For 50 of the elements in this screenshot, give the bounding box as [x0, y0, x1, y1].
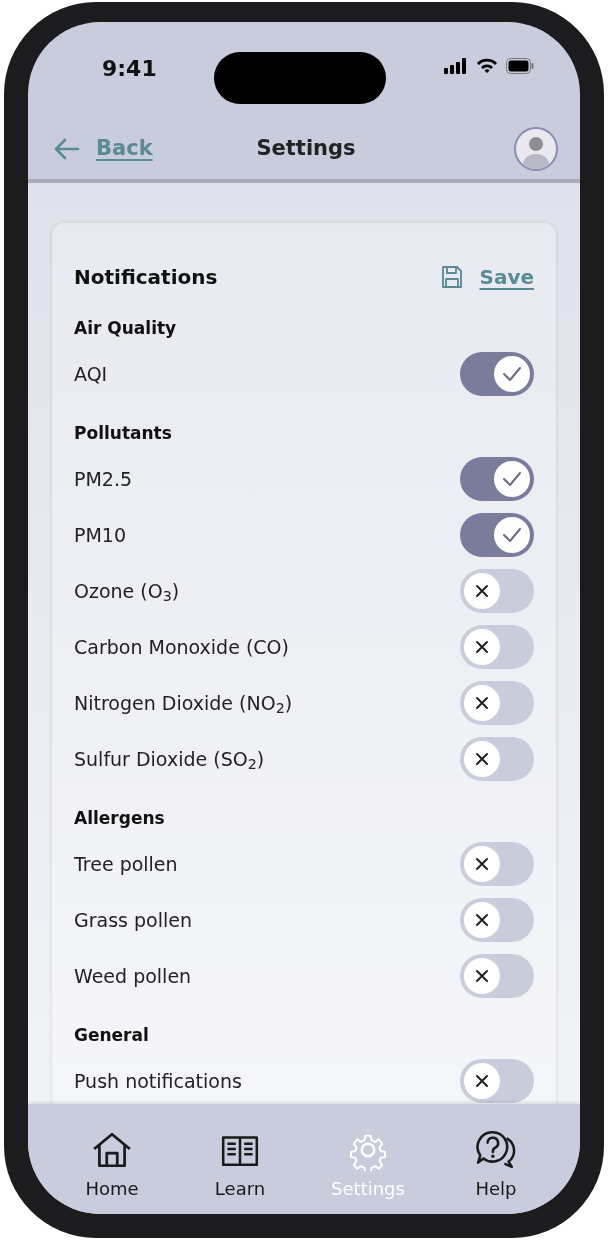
check-icon [502, 470, 522, 487]
section-heading: General [74, 1023, 150, 1047]
toggle-switch[interactable] [460, 456, 534, 501]
setting-label: Ozone (O$_{3}$) [74, 578, 180, 606]
setting-label: Sulfur Dioxide (SO$_{2}$) [74, 746, 265, 774]
toggle-switch[interactable] [460, 953, 534, 998]
page-title: Settings [256, 135, 356, 163]
setting-label: PM2.5 [74, 466, 133, 492]
toggle-switch[interactable] [460, 736, 534, 781]
check-icon [502, 365, 522, 382]
wifi-icon [476, 58, 498, 74]
section-heading: Allergens [74, 806, 166, 830]
setting-label: Grass pollen [74, 907, 192, 933]
avatar[interactable] [514, 126, 558, 171]
cross-icon [475, 639, 489, 654]
save-icon[interactable] [441, 264, 464, 289]
cross-icon [475, 583, 489, 598]
toggle-switch[interactable] [460, 351, 534, 396]
signal-icon [444, 58, 468, 74]
toggle-switch[interactable] [460, 512, 534, 557]
status-time: 9:41 [102, 55, 157, 83]
toggle-switch[interactable] [460, 897, 534, 942]
setting-label: AQI [74, 361, 108, 387]
nav-tab[interactable]: Learn [176, 1127, 304, 1203]
section-heading: Air Quality [74, 316, 178, 340]
cross-icon [475, 751, 489, 766]
help-icon[interactable] [475, 1128, 517, 1171]
battery-icon [506, 58, 534, 74]
toggle-switch[interactable] [460, 680, 534, 725]
toggle-switch[interactable] [460, 841, 534, 886]
cross-icon [475, 856, 489, 871]
check-icon [502, 526, 522, 543]
setting-label: Weed pollen [74, 963, 192, 989]
cross-icon [475, 695, 489, 710]
toggle-switch[interactable] [460, 568, 534, 613]
setting-label: Push notifications [74, 1068, 242, 1094]
toggle-switch[interactable] [460, 624, 534, 669]
cross-icon [475, 968, 489, 983]
nav-tab[interactable]: Home [48, 1127, 176, 1203]
back-arrow-icon[interactable] [54, 137, 80, 160]
section-heading: Pollutants [74, 421, 173, 445]
setting-label: Nitrogen Dioxide (NO$_{2}$) [74, 690, 293, 718]
nav-tab[interactable]: Help [432, 1127, 560, 1203]
setting-label: Carbon Monoxide (CO) [74, 634, 289, 660]
setting-label: Tree pollen [74, 851, 178, 877]
cross-icon [475, 1073, 489, 1088]
card-title: Notifications [74, 263, 218, 291]
cross-icon [475, 912, 489, 927]
toggle-switch[interactable] [460, 1058, 534, 1103]
setting-label: PM10 [74, 522, 127, 548]
